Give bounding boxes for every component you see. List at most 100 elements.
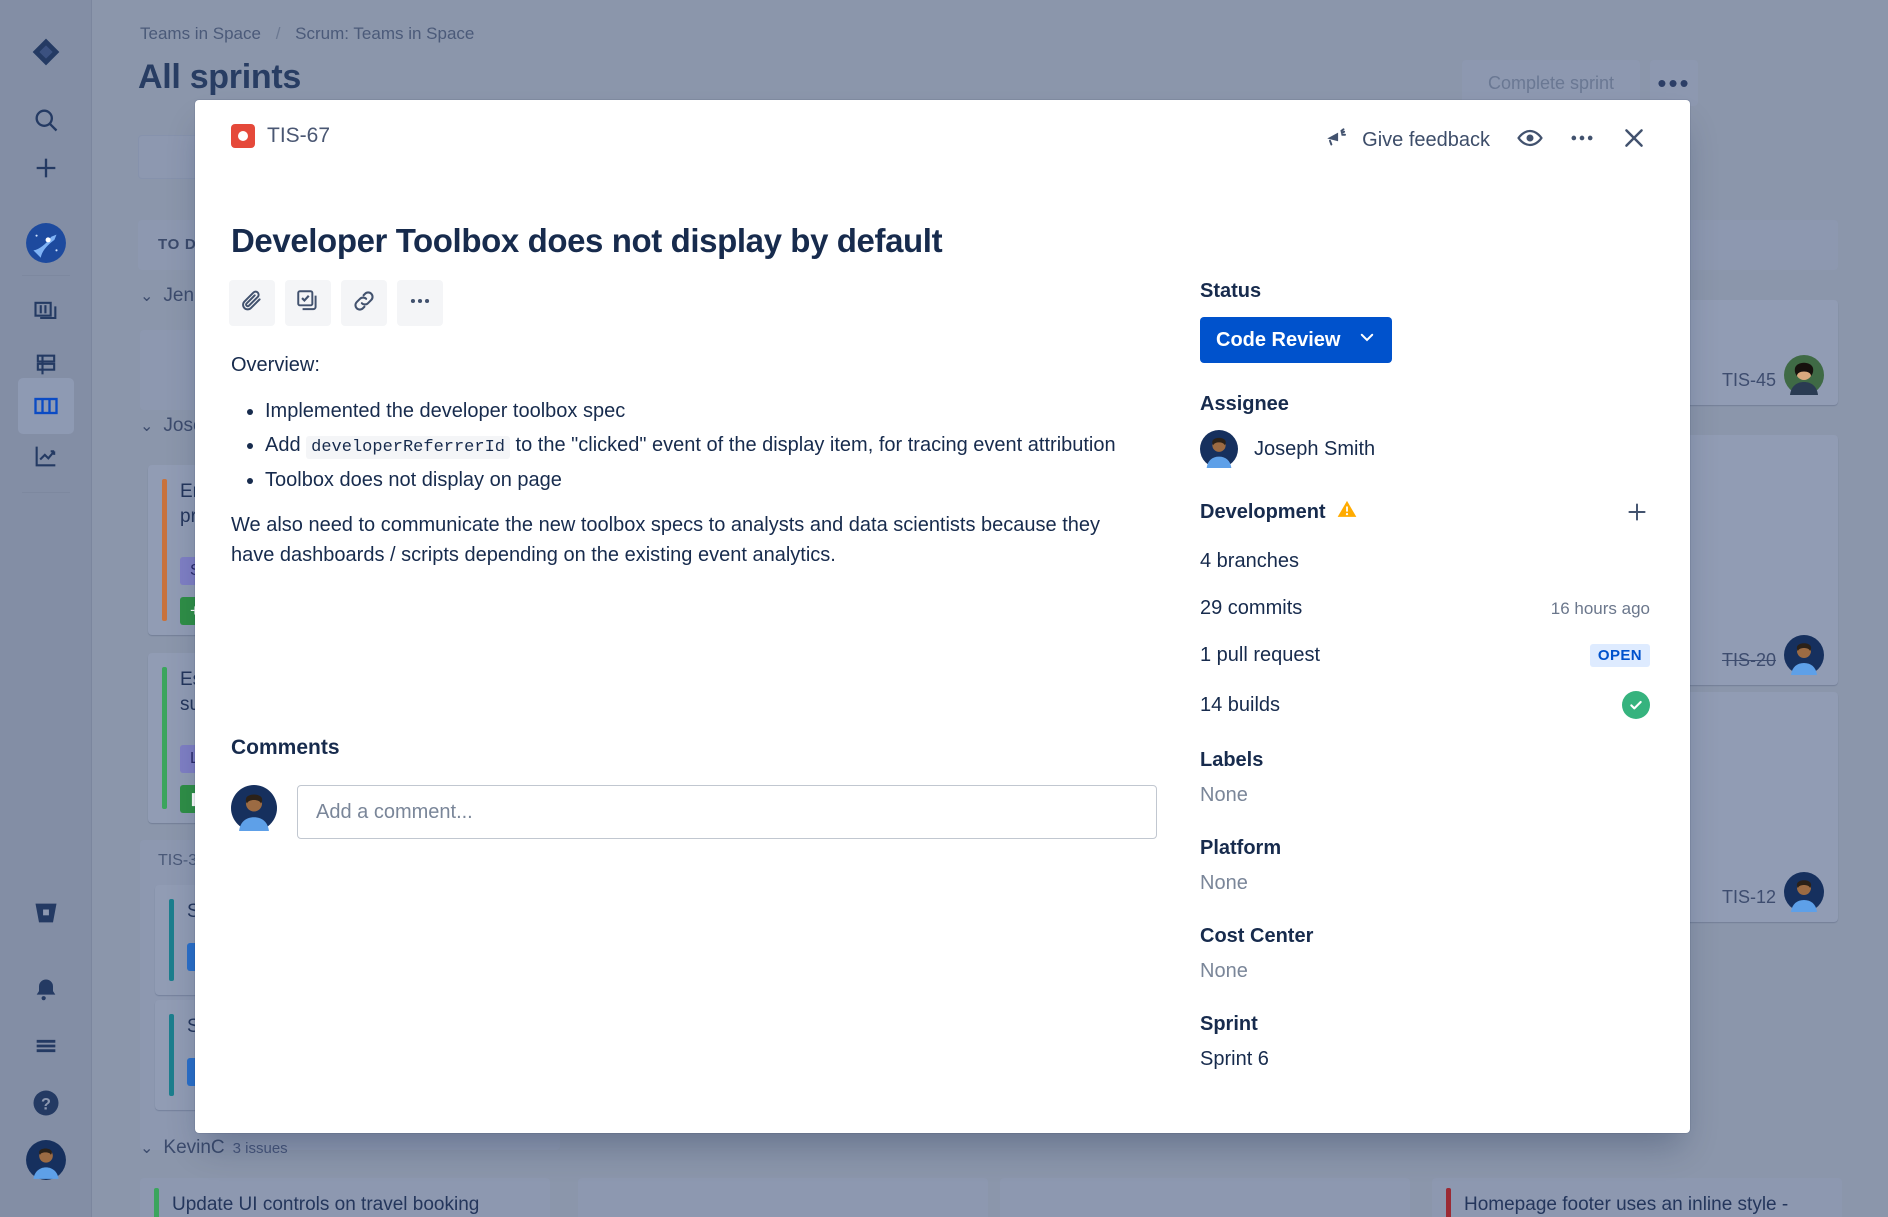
attach-button[interactable] [229, 280, 275, 326]
plus-icon[interactable] [18, 140, 74, 196]
dev-row-label[interactable]: 1 pull request [1200, 644, 1320, 667]
board-card[interactable] [1000, 1178, 1410, 1217]
comments-heading: Comments [231, 736, 340, 759]
assignee-label: Assignee [1200, 393, 1289, 415]
avatar-icon[interactable] [18, 1132, 74, 1188]
avatar [1784, 355, 1824, 395]
platform-value[interactable]: None [1200, 872, 1650, 895]
status-label: Status [1200, 280, 1262, 302]
sprint-label: Sprint [1200, 1013, 1258, 1035]
status-value: Code Review [1216, 328, 1341, 351]
megaphone-icon [1324, 125, 1350, 156]
swimlane-kevinc[interactable]: ⌄ KevinC 3 issues [140, 1137, 288, 1159]
more-horizontal-icon [407, 288, 433, 319]
description-paragraph: We also need to communicate the new tool… [231, 513, 1101, 566]
assignee-value[interactable]: Joseph Smith [1200, 430, 1650, 468]
dev-row-label[interactable]: 4 branches [1200, 550, 1299, 573]
modal-header: TIS-67 Give feedback [195, 100, 1690, 180]
close-icon [1620, 124, 1648, 157]
close-button[interactable] [1608, 118, 1660, 162]
platform-label: Platform [1200, 837, 1282, 859]
board-card-key: TIS-12 [1721, 887, 1776, 907]
dev-row-label[interactable]: 29 commits [1200, 597, 1302, 620]
bullet-text: Implemented the developer toolbox spec [265, 400, 626, 422]
avatar [1784, 872, 1824, 912]
bell-icon[interactable] [18, 962, 74, 1018]
rocket-project-icon[interactable] [18, 215, 74, 271]
swimlane-jose[interactable]: ⌄ Jose [140, 415, 204, 437]
board-columns-icon[interactable] [18, 378, 74, 434]
avatar [231, 785, 277, 831]
add-child-button[interactable] [285, 280, 331, 326]
breadcrumb-board[interactable]: Scrum: Teams in Space [295, 24, 474, 43]
checklist-pages-icon [295, 288, 321, 319]
swimlane-label: KevinC [163, 1137, 225, 1158]
paperclip-icon [239, 288, 265, 319]
dev-row-pull-request[interactable]: 1 pull request OPEN [1200, 644, 1650, 667]
jira-logo-icon[interactable] [18, 24, 74, 80]
chevron-down-icon: ⌄ [140, 1140, 154, 1157]
bug-icon [231, 124, 255, 148]
list-item: Implemented the developer toolbox spec [265, 396, 1131, 426]
chart-trend-icon[interactable] [18, 428, 74, 484]
issue-title: Developer Toolbox does not display by de… [231, 222, 943, 259]
svg-text:?: ? [41, 1095, 51, 1113]
global-nav-rail: ? [0, 0, 92, 1217]
issue-key-breadcrumb[interactable]: TIS-67 [231, 124, 330, 148]
board-card-title: Update UI controls on travel booking [172, 1194, 480, 1215]
chevron-down-icon [1358, 328, 1376, 352]
modal-header-actions: Give feedback [1310, 118, 1660, 162]
breadcrumb-project[interactable]: Teams in Space [140, 24, 261, 43]
issue-detail-modal: TIS-67 Give feedback Developer Toolbox d… [195, 100, 1690, 1133]
give-feedback-button[interactable]: Give feedback [1310, 118, 1504, 162]
bitbucket-icon[interactable] [18, 885, 74, 941]
development-header: Development [1200, 498, 1650, 526]
board-card[interactable] [578, 1178, 988, 1217]
chevron-down-icon: ⌄ [140, 418, 154, 435]
more-horizontal-icon [1568, 124, 1596, 157]
hamburger-icon[interactable] [18, 1018, 74, 1074]
issue-key[interactable]: TIS-67 [267, 124, 330, 148]
labels-label: Labels [1200, 749, 1264, 771]
bullet-text: Toolbox does not display on page [265, 469, 562, 492]
watch-button[interactable] [1504, 118, 1556, 162]
build-success-icon [1622, 691, 1650, 719]
eye-icon [1516, 124, 1544, 157]
status-dropdown[interactable]: Code Review [1200, 317, 1393, 363]
link-button[interactable] [341, 280, 387, 326]
avatar [1200, 430, 1238, 468]
board-subgroup-key: TIS-3 [158, 852, 198, 869]
cost-center-label: Cost Center [1200, 925, 1314, 947]
add-comment-input[interactable] [297, 785, 1157, 839]
question-circle-icon[interactable]: ? [18, 1075, 74, 1131]
description-bullets: Implemented the developer toolbox spec A… [231, 396, 1131, 496]
more-options-button[interactable] [397, 280, 443, 326]
backlog-icon[interactable] [18, 283, 74, 339]
board-card-title: Homepage footer uses an inline style - [1464, 1194, 1789, 1215]
warning-icon [1336, 498, 1358, 526]
development-label: Development [1200, 500, 1326, 523]
dev-row-label[interactable]: 14 builds [1200, 694, 1280, 717]
cost-center-value[interactable]: None [1200, 960, 1650, 983]
labels-value[interactable]: None [1200, 784, 1650, 807]
chevron-down-icon: ⌄ [140, 288, 154, 305]
bullet-text: Add [265, 434, 307, 457]
list-item: Add developerReferrerId to the "clicked"… [265, 430, 1131, 461]
add-development-button[interactable] [1624, 499, 1650, 526]
breadcrumb[interactable]: Teams in Space / Scrum: Teams in Space [140, 24, 474, 44]
more-actions-button[interactable] [1556, 118, 1608, 162]
board-card[interactable]: Homepage footer uses an inline style - [1432, 1178, 1842, 1217]
assignee-name: Joseph Smith [1254, 437, 1376, 460]
board-card[interactable]: Update UI controls on travel booking [140, 1178, 550, 1217]
page-title: All sprints [138, 58, 301, 96]
board-card-key: TIS-20 [1721, 650, 1776, 670]
list-item: Toolbox does not display on page [265, 465, 1131, 495]
dev-row-branches[interactable]: 4 branches [1200, 550, 1650, 573]
dev-row-commits[interactable]: 29 commits 16 hours ago [1200, 597, 1650, 620]
issue-action-toolbar [229, 280, 443, 326]
add-comment-row [231, 785, 1157, 839]
sprint-value[interactable]: Sprint 6 [1200, 1048, 1650, 1071]
dev-row-builds[interactable]: 14 builds [1200, 691, 1650, 719]
issue-description: Overview: Implemented the developer tool… [231, 350, 1131, 586]
link-icon [351, 288, 377, 319]
